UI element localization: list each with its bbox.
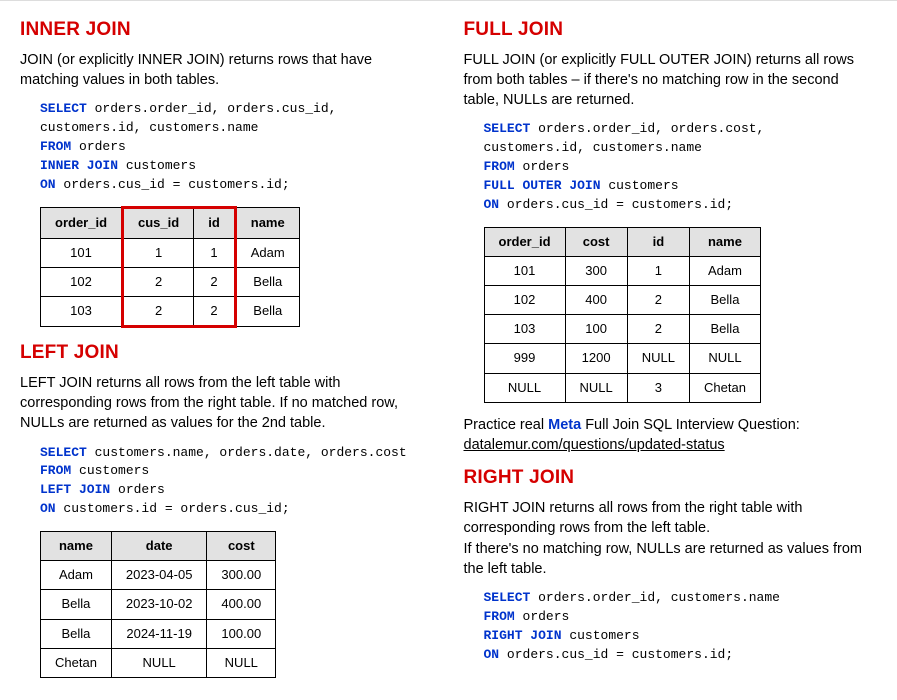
practice-link[interactable]: datalemur.com/questions/updated-status — [464, 437, 725, 453]
inner-join-title: INNER JOIN — [20, 17, 434, 44]
full-join-code: SELECT orders.order_id, orders.cost, cus… — [484, 120, 878, 214]
left-join-desc: LEFT JOIN returns all rows from the left… — [20, 373, 434, 434]
left-join-code: SELECT customers.name, orders.date, orde… — [40, 444, 434, 519]
full-join-practice: Practice real Meta Full Join SQL Intervi… — [464, 415, 878, 456]
inner-join-desc: JOIN (or explicitly INNER JOIN) returns … — [20, 50, 434, 91]
right-join-code: SELECT orders.order_id, customers.name F… — [484, 589, 878, 664]
practice-brand: Meta — [548, 417, 581, 433]
full-join-table: order_idcostidname1013001Adam1024002Bell… — [484, 227, 761, 403]
practice-text-prefix: Practice real — [464, 417, 549, 433]
full-join-title: FULL JOIN — [464, 17, 878, 44]
full-join-desc: FULL JOIN (or explicitly FULL OUTER JOIN… — [464, 50, 878, 111]
practice-text-suffix: Full Join SQL Interview Question: — [581, 417, 800, 433]
left-join-title: LEFT JOIN — [20, 340, 434, 367]
left-join-table: namedatecostAdam2023-04-05300.00Bella202… — [40, 531, 276, 678]
inner-join-code: SELECT orders.order_id, orders.cus_id, c… — [40, 100, 434, 194]
inner-join-table: order_idcus_ididname10111Adam10222Bella1… — [40, 206, 300, 328]
right-join-title: RIGHT JOIN — [464, 465, 878, 492]
right-join-desc: RIGHT JOIN returns all rows from the rig… — [464, 498, 878, 579]
